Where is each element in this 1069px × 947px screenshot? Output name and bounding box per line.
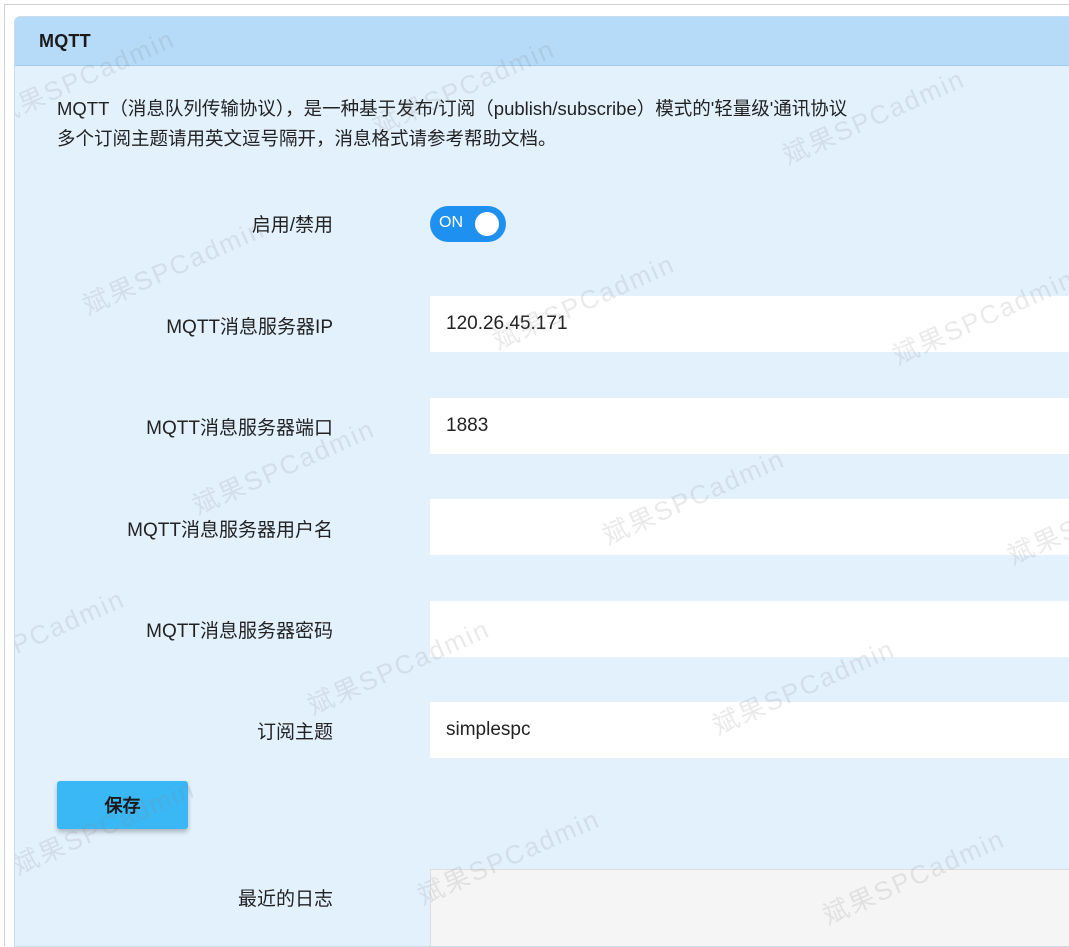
panel-title: MQTT: [39, 31, 91, 51]
username-label: MQTT消息服务器用户名: [127, 520, 333, 541]
password-input[interactable]: [430, 601, 1069, 657]
log-textarea[interactable]: [430, 869, 1069, 946]
server-ip-input[interactable]: [430, 296, 1069, 352]
username-input[interactable]: [430, 499, 1069, 555]
panel-header: MQTT: [15, 17, 1069, 66]
enable-label: 启用/禁用: [251, 215, 333, 236]
enable-toggle[interactable]: ON: [430, 206, 506, 242]
server-ip-label: MQTT消息服务器IP: [166, 317, 333, 338]
toggle-knob: [475, 212, 499, 236]
log-label: 最近的日志: [237, 889, 333, 910]
save-button[interactable]: 保存: [57, 781, 188, 829]
description-line-1: MQTT（消息队列传输协议），是一种基于发布/订阅（publish/subscr…: [57, 98, 848, 119]
watermark: 斌果SPCadmin: [14, 583, 130, 691]
topic-input[interactable]: [430, 702, 1069, 758]
watermark: 斌果SPCadmin: [77, 213, 270, 321]
server-port-label: MQTT消息服务器端口: [146, 418, 333, 439]
description-line-2: 多个订阅主题请用英文逗号隔开，消息格式请参考帮助文档。: [57, 128, 557, 149]
topic-label: 订阅主题: [256, 722, 333, 743]
toggle-state-text: ON: [439, 214, 463, 231]
mqtt-settings-panel: MQTT MQTT（消息队列传输协议），是一种基于发布/订阅（publish/s…: [14, 16, 1069, 947]
server-port-input[interactable]: [430, 398, 1069, 454]
password-label: MQTT消息服务器密码: [146, 621, 333, 642]
